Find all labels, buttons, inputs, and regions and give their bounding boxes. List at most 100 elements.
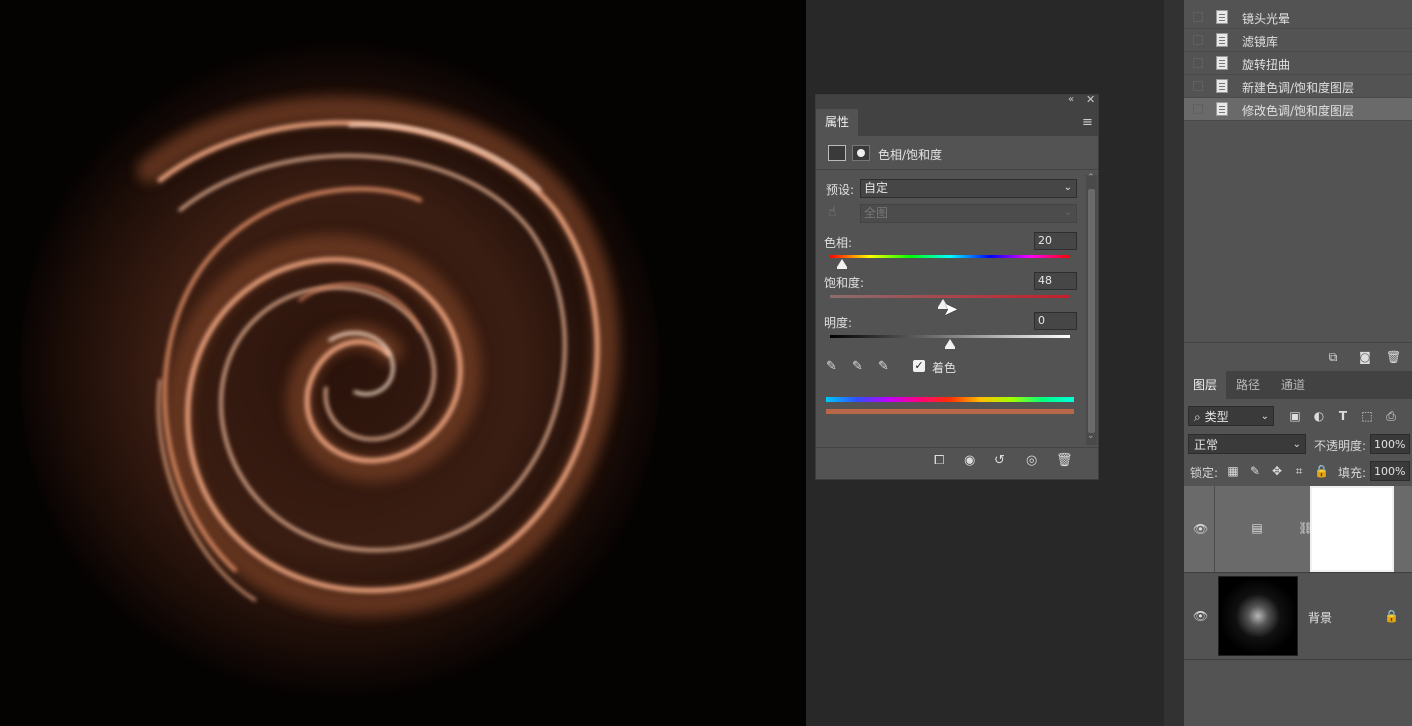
layer-name: 背景 [1308, 611, 1333, 625]
opacity-label: 不透明度: [1314, 439, 1367, 453]
image-filter-icon[interactable]: ▣ [1288, 410, 1302, 422]
lightness-slider-thumb[interactable] [945, 339, 955, 349]
blend-mode-value: 正常 [1194, 438, 1219, 452]
fill-input[interactable]: 100% [1370, 461, 1410, 481]
tab-properties[interactable]: 属性 [816, 109, 858, 136]
document-canvas[interactable] [0, 0, 806, 726]
layer-filter-label: 类型 [1204, 410, 1229, 424]
history-checkbox[interactable] [1193, 58, 1203, 68]
hue-input[interactable]: 20 [1034, 232, 1077, 250]
layer-row-adjustment[interactable]: 👁 ▤ ⛓ [1184, 486, 1412, 573]
smart-object-filter-icon[interactable]: ⎙ [1384, 410, 1398, 422]
blend-mode-select[interactable]: 正常 ⌄ [1188, 434, 1306, 454]
preset-label: 预设: [826, 183, 855, 197]
eye-icon[interactable]: 👁 [1193, 523, 1208, 535]
lightness-label: 明度: [824, 316, 853, 330]
layer-mask-thumbnail[interactable] [1310, 486, 1394, 572]
fill-label: 填充: [1338, 466, 1367, 480]
document-icon [1216, 56, 1228, 70]
mask-icon[interactable] [852, 145, 870, 161]
eyedropper-icon[interactable]: ✎ [826, 359, 837, 374]
hue-slider-track[interactable] [830, 255, 1070, 258]
panel-menu-icon[interactable]: ≡ [1082, 115, 1093, 130]
layers-tabbar: 图层 路径 通道 [1184, 371, 1412, 399]
history-item[interactable]: 旋转扭曲 [1184, 52, 1412, 75]
hue-value: 20 [1038, 234, 1052, 247]
clip-to-layer-icon[interactable]: ⧠ [934, 453, 944, 468]
background-thumbnail[interactable] [1218, 576, 1298, 656]
document-icon [1216, 10, 1228, 24]
history-toolbar: ⧉ ◙ 🗑 [1184, 342, 1412, 371]
lock-pixels-icon[interactable]: ✎ [1248, 465, 1262, 477]
output-spectrum-bar [826, 409, 1074, 414]
history-item-label: 旋转扭曲 [1242, 58, 1291, 72]
preset-value: 自定 [864, 181, 889, 195]
history-checkbox[interactable] [1193, 104, 1203, 114]
collapse-icon[interactable]: « [1068, 94, 1074, 105]
history-item-label: 滤镜库 [1242, 35, 1279, 49]
history-item[interactable]: 新建色调/饱和度图层 [1184, 75, 1412, 98]
saturation-input[interactable]: 48 [1034, 272, 1077, 290]
lock-label: 锁定: [1190, 466, 1219, 480]
link-icon[interactable]: ⛓ [1298, 522, 1313, 534]
header-separator [816, 169, 1098, 170]
right-panel-column: 镜头光晕 滤镜库 旋转扭曲 新建色调/饱和度图层 修改色调/饱和度图层 ⧉ ◙ … [1184, 0, 1412, 726]
trash-icon[interactable]: 🗑 [1386, 351, 1401, 363]
view-previous-state-icon[interactable]: ◉ [964, 453, 975, 468]
type-filter-icon[interactable]: T [1336, 410, 1350, 422]
close-icon[interactable]: ✕ [1086, 93, 1095, 106]
saturation-slider-track[interactable] [830, 295, 1070, 298]
tab-layers[interactable]: 图层 [1184, 371, 1227, 399]
history-checkbox[interactable] [1193, 81, 1203, 91]
delete-adjustment-icon[interactable]: 🗑 [1056, 453, 1073, 468]
history-item-label: 镜头光晕 [1242, 12, 1291, 26]
input-spectrum-bar [826, 397, 1074, 402]
lock-artboard-icon[interactable]: ⌗ [1292, 465, 1306, 477]
history-checkbox[interactable] [1193, 12, 1203, 22]
visibility-eye-icon[interactable]: ◎ [1026, 453, 1037, 468]
lock-position-icon[interactable]: ✥ [1270, 465, 1284, 477]
opacity-input[interactable]: 100% [1370, 434, 1410, 454]
eye-icon[interactable]: 👁 [1193, 610, 1208, 622]
hue-saturation-icon: ▤ [1251, 521, 1263, 535]
chevron-down-icon: ⌄ [1063, 182, 1072, 193]
layer-filter-select[interactable]: ⌕ 类型 ⌄ [1188, 406, 1274, 426]
layer-row-background[interactable]: 👁 背景 🔒 [1184, 573, 1412, 660]
preset-select[interactable]: 自定 ⌄ [860, 179, 1077, 198]
properties-panel: « ✕ 属性 ≡ 色相/饱和度 预设: 自定 ⌄ ☝ 全图 ⌄ 色相: 20 饱… [815, 93, 1099, 480]
new-document-icon[interactable]: ⧉ [1326, 351, 1340, 363]
history-panel: 镜头光晕 滤镜库 旋转扭曲 新建色调/饱和度图层 修改色调/饱和度图层 [1184, 0, 1412, 342]
tab-channels[interactable]: 通道 [1281, 371, 1305, 399]
camera-icon[interactable]: ◙ [1358, 351, 1372, 363]
saturation-label: 饱和度: [824, 276, 865, 290]
lightness-input[interactable]: 0 [1034, 312, 1077, 330]
panel-dock-divider[interactable] [1164, 0, 1184, 726]
saturation-value: 48 [1038, 274, 1052, 287]
history-item[interactable]: 镜头光晕 [1184, 6, 1412, 29]
eyedropper-minus-icon[interactable]: ✎ [878, 359, 889, 374]
fill-value: 100% [1374, 465, 1406, 478]
adjustment-icon[interactable] [828, 145, 846, 161]
history-checkbox[interactable] [1193, 35, 1203, 45]
history-item-selected[interactable]: 修改色调/饱和度图层 [1184, 98, 1412, 121]
panel-titlebar[interactable]: « ✕ [816, 93, 1098, 109]
colorize-label: 着色 [932, 361, 957, 375]
scrollbar[interactable]: ⌃ ⌄ [1086, 173, 1097, 445]
shape-filter-icon[interactable]: ⬚ [1360, 410, 1374, 422]
reset-icon[interactable]: ↺ [994, 453, 1005, 468]
colorize-checkbox[interactable]: ✓ [913, 360, 925, 372]
layer-divider [1214, 486, 1215, 572]
tab-paths[interactable]: 路径 [1236, 371, 1260, 399]
lock-transparency-icon[interactable]: ▦ [1226, 465, 1240, 477]
adjustment-filter-icon[interactable]: ◐ [1312, 410, 1326, 422]
hue-slider-thumb[interactable] [837, 259, 847, 269]
document-icon [1216, 79, 1228, 93]
history-item[interactable]: 滤镜库 [1184, 29, 1412, 52]
eyedropper-plus-icon[interactable]: ✎ [852, 359, 863, 374]
lock-all-icon[interactable]: 🔒 [1314, 465, 1329, 477]
adjustment-title: 色相/饱和度 [878, 148, 943, 162]
lightness-slider-track[interactable] [830, 335, 1070, 338]
targeted-adjustment-hand-icon[interactable]: ☝ [828, 204, 837, 220]
lightness-value: 0 [1038, 314, 1045, 327]
chevron-down-icon: ⌄ [1063, 207, 1072, 218]
